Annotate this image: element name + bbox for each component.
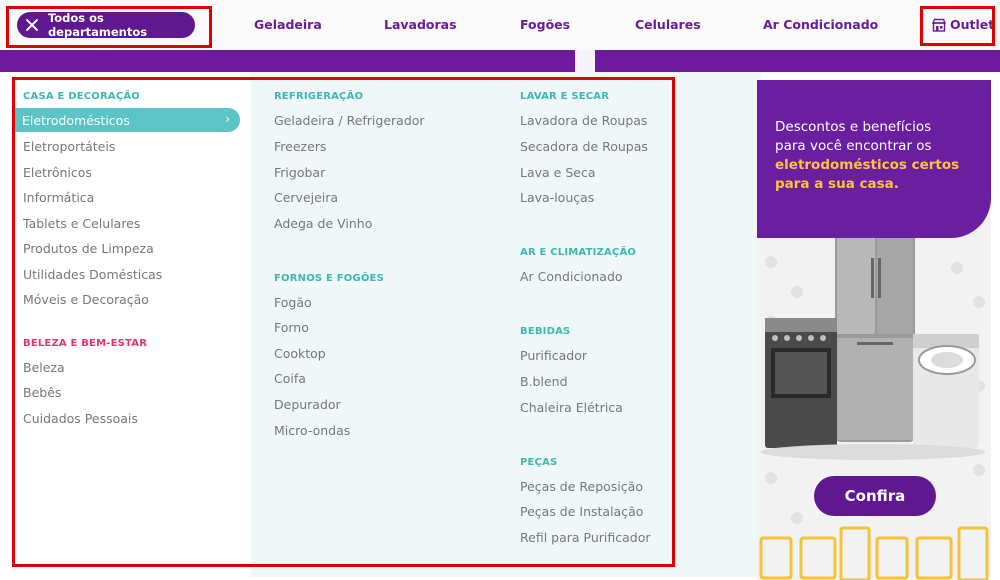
confira-button[interactable]: Confira — [814, 476, 936, 516]
highlight-box-menu — [12, 77, 675, 567]
highlight-box-outlet — [920, 6, 995, 46]
banner-headline: Descontos e benefícios para você encontr… — [775, 118, 985, 194]
promo-strip — [0, 50, 1000, 72]
promo-banner[interactable]: Descontos e benefícios para você encontr… — [757, 80, 991, 580]
banner-line-2: para você encontrar os — [775, 138, 932, 154]
nav-link-lavadoras[interactable]: Lavadoras — [384, 17, 457, 32]
banner-line-3: eletrodomésticos certos — [775, 157, 960, 173]
banner-line-1: Descontos e benefícios — [775, 119, 932, 135]
nav-link-celulares[interactable]: Celulares — [635, 17, 701, 32]
nav-link-fogoes[interactable]: Fogões — [520, 17, 570, 32]
appliances-illustration — [759, 238, 989, 580]
nav-link-geladeira[interactable]: Geladeira — [254, 17, 322, 32]
promo-strip-divider — [575, 50, 595, 72]
banner-line-4: para a sua casa. — [775, 176, 899, 192]
nav-link-ar-condicionado[interactable]: Ar Condicionado — [763, 17, 878, 32]
highlight-box-departments — [6, 6, 212, 48]
